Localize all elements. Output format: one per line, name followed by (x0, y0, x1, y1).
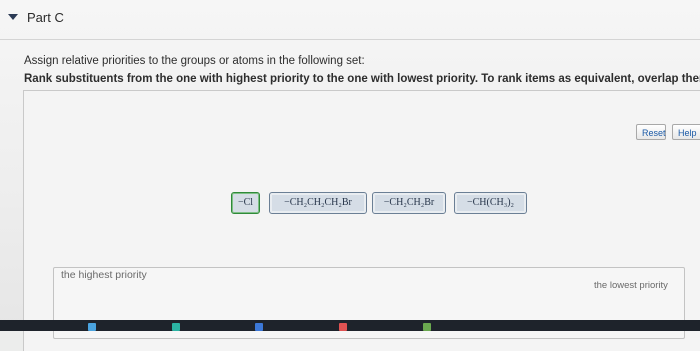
part-title: Part C (27, 10, 64, 25)
app-icon-red[interactable] (339, 323, 347, 331)
instruction-text: Assign relative priorities to the groups… (24, 55, 365, 67)
highest-priority-label: the highest priority (61, 269, 147, 281)
page-content: Part C Assign relative priorities to the… (0, 0, 700, 351)
tile-isopropyl[interactable]: −CH(CH₃)₂ (454, 192, 527, 214)
app-icon-teal[interactable] (172, 323, 180, 331)
app-icon-blue[interactable] (255, 323, 263, 331)
tile-bromoethyl[interactable]: −CH₂CH₂Br (372, 192, 446, 214)
reset-button[interactable]: Reset (636, 124, 666, 140)
help-button[interactable]: Help (672, 124, 700, 140)
lowest-priority-label: the lowest priority (594, 280, 668, 291)
part-header[interactable]: Part C (0, 0, 700, 40)
tile-chloro[interactable]: −Cl (231, 192, 260, 214)
window-icon[interactable] (88, 323, 96, 331)
taskbar (0, 320, 700, 331)
collapse-caret-icon[interactable] (8, 14, 18, 20)
ranking-instruction-text: Rank substituents from the one with high… (24, 73, 700, 85)
tile-bromopropyl[interactable]: −CH₂CH₂CH₂Br (269, 192, 367, 214)
app-icon-green[interactable] (423, 323, 431, 331)
header-divider (0, 39, 700, 40)
